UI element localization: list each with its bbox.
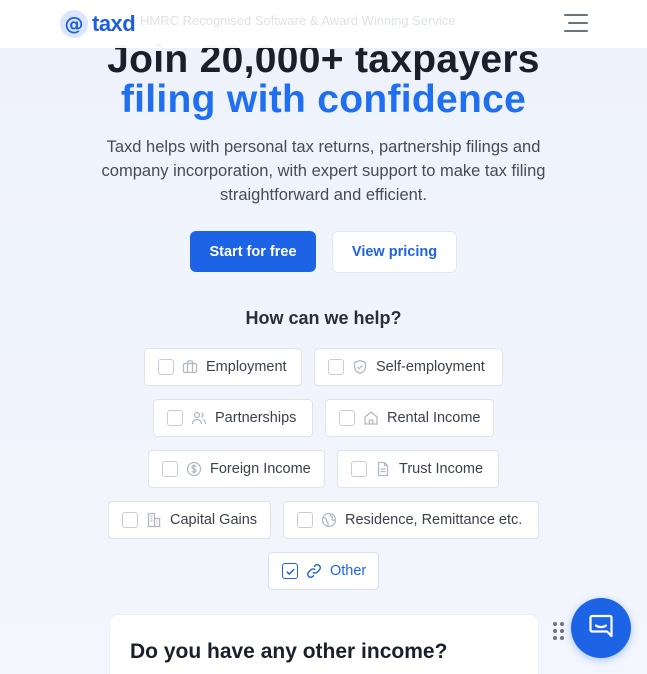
currency-icon — [186, 461, 202, 477]
shield-icon — [352, 359, 368, 375]
help-section-title: How can we help? — [245, 308, 402, 328]
checkbox[interactable] — [122, 512, 138, 528]
users-icon — [191, 410, 207, 426]
option-label: Partnerships — [215, 410, 297, 426]
briefcase-icon — [182, 359, 198, 375]
option-label: Foreign Income — [210, 461, 311, 477]
option-label: Employment — [206, 359, 287, 375]
question-title: Do you have any other income? — [130, 640, 448, 663]
option-label: Capital Gains — [170, 512, 258, 528]
option-partnerships[interactable]: Partnerships — [153, 399, 313, 437]
option-label: Rental Income — [387, 410, 481, 426]
building-icon — [146, 512, 162, 528]
checkbox[interactable] — [158, 359, 174, 375]
site-header: @ taxd HMRC Recognised Software & Award … — [0, 0, 647, 48]
checkbox-checked[interactable] — [282, 563, 298, 579]
option-foreign-income[interactable]: Foreign Income — [148, 450, 325, 488]
option-capital-gains[interactable]: Capital Gains — [108, 501, 271, 539]
question-card: Do you have any other income? — [110, 615, 538, 674]
option-other[interactable]: Other — [268, 552, 379, 590]
checkbox[interactable] — [167, 410, 183, 426]
home-icon — [363, 410, 379, 426]
option-label: Residence, Remittance etc. — [345, 512, 523, 528]
hero-subtitle: Taxd helps with personal tax returns, pa… — [101, 138, 546, 204]
checkbox[interactable] — [328, 359, 344, 375]
drag-handle-icon[interactable] — [552, 622, 566, 642]
chat-bubble-icon — [586, 611, 616, 646]
option-trust-income[interactable]: Trust Income — [337, 450, 499, 488]
document-icon — [375, 461, 391, 477]
link-icon — [306, 563, 322, 579]
option-employment[interactable]: Employment — [144, 348, 302, 386]
logo[interactable]: @ taxd — [60, 10, 136, 38]
hamburger-menu-icon[interactable] — [564, 14, 588, 34]
checkbox[interactable] — [297, 512, 313, 528]
checkbox[interactable] — [339, 410, 355, 426]
logo-text: taxd — [92, 11, 136, 36]
option-residence-remittance[interactable]: Residence, Remittance etc. — [283, 501, 539, 539]
option-label: Self-employment — [376, 359, 485, 375]
option-rental-income[interactable]: Rental Income — [325, 399, 494, 437]
option-self-employment[interactable]: Self-employment — [314, 348, 503, 386]
chat-launcher-button[interactable] — [571, 598, 631, 658]
option-label: Trust Income — [399, 461, 484, 477]
checkbox[interactable] — [351, 461, 367, 477]
header-tagline: HMRC Recognised Software & Award Winning… — [140, 13, 456, 28]
start-for-free-button[interactable]: Start for free — [190, 231, 316, 272]
hero-title-line2: filing with confidence — [120, 78, 527, 121]
checkbox[interactable] — [162, 461, 178, 477]
view-pricing-button[interactable]: View pricing — [332, 231, 457, 273]
option-label: Other — [330, 563, 367, 579]
logo-at-icon: @ — [60, 10, 88, 38]
globe-icon — [321, 512, 337, 528]
